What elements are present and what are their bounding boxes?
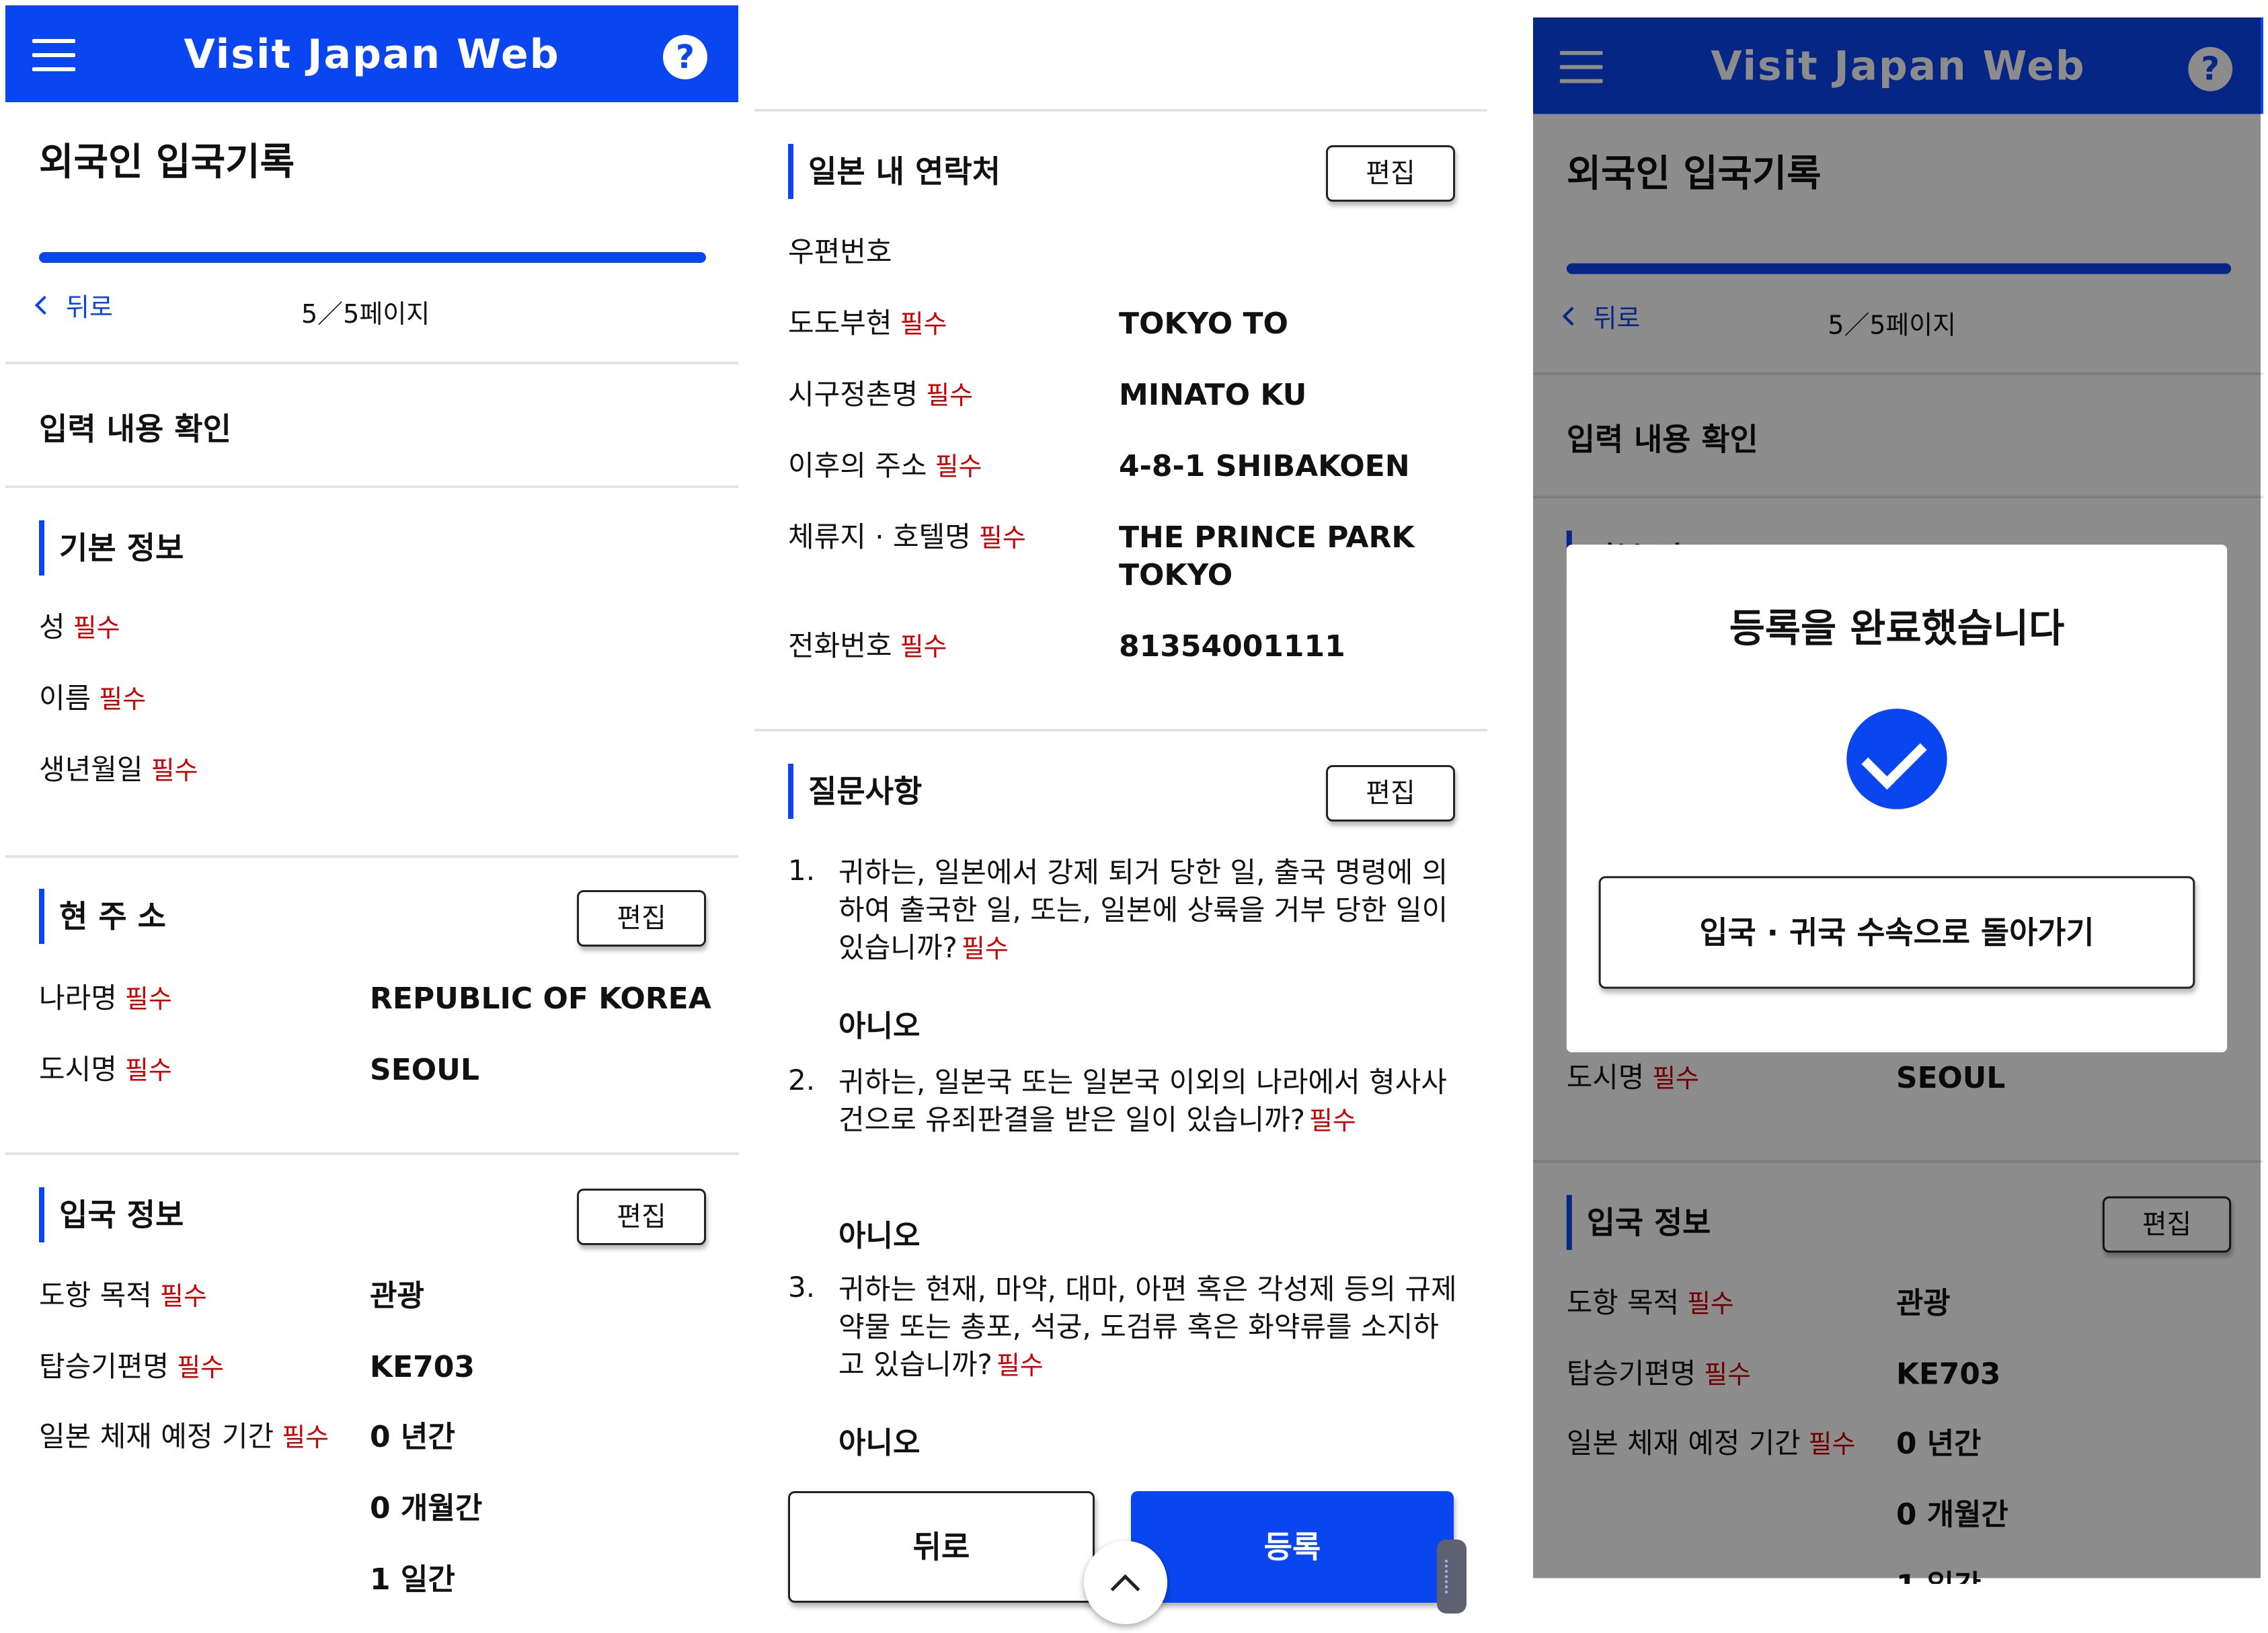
required-tag: 필수 [900,632,947,662]
field-label-purpose: 도항 목적 필수 [39,1279,207,1312]
field-value-municipality: MINATO KU [1119,378,1307,412]
field-label-postal-code: 우편번호 [788,235,892,268]
field-label-prefecture: 도도부현 필수 [788,307,947,340]
question-answer: 아니오 [838,1426,921,1460]
divider [5,1152,738,1155]
screen-1: Visit Japan Web ? 외국인 입국기록 뒤로 5／5페이지 입력 … [5,0,738,1633]
chevron-up-icon [1110,1574,1140,1604]
question-text: 귀하는, 일본국 또는 일본국 이외의 나라에서 형사사건으로 유죄판결을 받은… [838,1066,1447,1136]
edit-questions-button[interactable]: 편집 [1326,765,1455,822]
required-tag: 필수 [159,1281,207,1311]
required-tag: 필수 [151,756,198,785]
app-header: Visit Japan Web ? [5,5,738,102]
section-heading-entry-info: 입국 정보 [39,1187,184,1242]
back-link[interactable]: 뒤로 [34,286,113,323]
app-title: Visit Japan Web [184,31,560,78]
progress-bar [39,252,706,263]
back-button[interactable]: 뒤로 [788,1491,1095,1603]
field-value-phone: 81354001111 [1119,629,1345,664]
field-value-stay-months: 0 개월간 [370,1491,483,1525]
screen-2: 일본 내 연락처 편집 우편번호 도도부현 필수 TOKYO TO 시구정촌명 필수… [754,0,1487,1633]
question-answer: 아니오 [838,1009,921,1043]
field-value-country: REPUBLIC OF KOREA [370,982,711,1016]
required-tag: 필수 [996,1351,1044,1380]
required-tag: 필수 [124,984,172,1014]
field-value-stay-days: 1 일간 [370,1562,455,1597]
field-label-phone: 전화번호 필수 [788,629,947,662]
required-tag: 필수 [1308,1106,1356,1136]
field-label-surname: 성 필수 [39,610,120,643]
required-tag: 필수 [99,684,147,714]
dialog-title: 등록을 완료했습니다 [1729,605,2065,651]
section-subtitle: 입력 내용 확인 [39,411,231,447]
scroll-to-top-button[interactable] [1084,1541,1167,1624]
divider [5,362,738,364]
required-tag: 필수 [177,1353,225,1382]
required-tag: 필수 [935,452,982,481]
page-indicator: 5／5페이지 [301,299,430,329]
field-value-city: SEOUL [370,1053,479,1087]
field-value-flight: KE703 [370,1350,475,1384]
required-tag: 필수 [900,309,947,339]
required-tag: 필수 [961,934,1009,963]
field-label-country: 나라명 필수 [39,982,172,1014]
section-heading-questions: 질문사항 [788,764,922,819]
chevron-left-icon [34,295,54,315]
question-number: 3. [788,1271,816,1304]
required-tag: 필수 [978,523,1026,553]
screen-3: Visit Japan Web ? 외국인 입국기록 뒤로 5／5페이지 입력 … [1533,17,2263,1584]
field-label-given-name: 이름 필수 [39,682,147,715]
section-heading-japan-contact: 일본 내 연락처 [788,144,1001,199]
section-heading-current-address: 현 주 소 [39,889,166,944]
field-value-address: 4-8-1 SHIBAKOEN [1119,449,1410,483]
question-number: 1. [788,854,816,887]
field-label-flight: 탑승기편명 필수 [39,1350,225,1383]
field-label-stay-period: 일본 체재 예정 기간 필수 [39,1420,329,1453]
question-text: 귀하는, 일본에서 강제 퇴거 당한 일, 출국 명령에 의하여 출국한 일, … [838,856,1448,964]
field-value-hotel: THE PRINCE PARK TOKYO [1119,520,1415,592]
divider [754,109,1487,112]
help-icon[interactable]: ? [663,35,707,79]
field-value-purpose: 관광 [370,1279,424,1313]
field-label-hotel: 체류지 · 호텔명 필수 [788,520,1026,553]
field-label-birthdate: 생년월일 필수 [39,753,198,786]
field-label-address: 이후의 주소 필수 [788,449,982,482]
edit-address-button[interactable]: 편집 [577,890,706,947]
field-label-municipality: 시구정촌명 필수 [788,378,974,411]
question-number: 2. [788,1064,816,1097]
divider [5,855,738,858]
required-tag: 필수 [73,613,120,643]
section-heading-basic-info: 기본 정보 [39,520,184,575]
required-tag: 필수 [926,381,974,410]
required-tag: 필수 [282,1423,329,1452]
scroll-handle[interactable] [1437,1540,1467,1614]
edit-entry-button[interactable]: 편집 [577,1189,706,1245]
page-title: 외국인 입국기록 [39,141,295,184]
return-to-procedures-button[interactable]: 입국 · 귀국 수속으로 돌아가기 [1598,876,2195,989]
divider [5,485,738,488]
divider [754,729,1487,731]
completion-dialog: 등록을 완료했습니다 입국 · 귀국 수속으로 돌아가기 [1566,545,2228,1053]
check-circle-icon [1846,709,1947,809]
edit-contact-button[interactable]: 편집 [1326,145,1455,202]
required-tag: 필수 [124,1056,172,1085]
question-answer: 아니오 [838,1219,921,1253]
field-value-prefecture: TOKYO TO [1119,307,1288,341]
field-value-stay-years: 0 년간 [370,1420,455,1454]
field-label-city: 도시명 필수 [39,1053,172,1086]
register-button[interactable]: 등록 [1131,1491,1454,1603]
question-text: 귀하는 현재, 마약, 대마, 아편 혹은 각성제 등의 규제약물 또는 총포,… [838,1273,1457,1381]
